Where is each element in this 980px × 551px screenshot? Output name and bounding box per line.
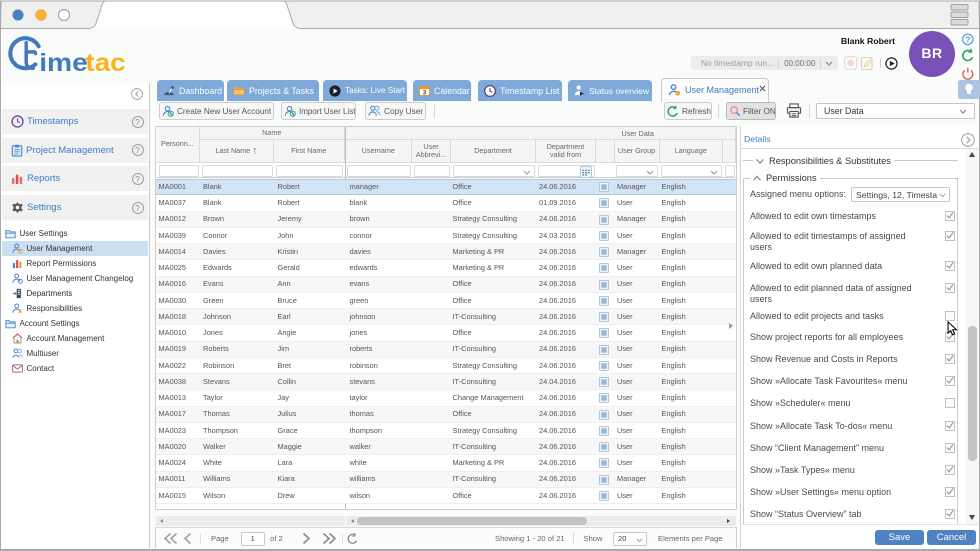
svg-text:3: 3 (423, 89, 427, 96)
svg-text:?: ? (965, 35, 970, 45)
svg-text:ime: ime (39, 49, 88, 76)
svg-text:tac: tac (85, 49, 125, 76)
